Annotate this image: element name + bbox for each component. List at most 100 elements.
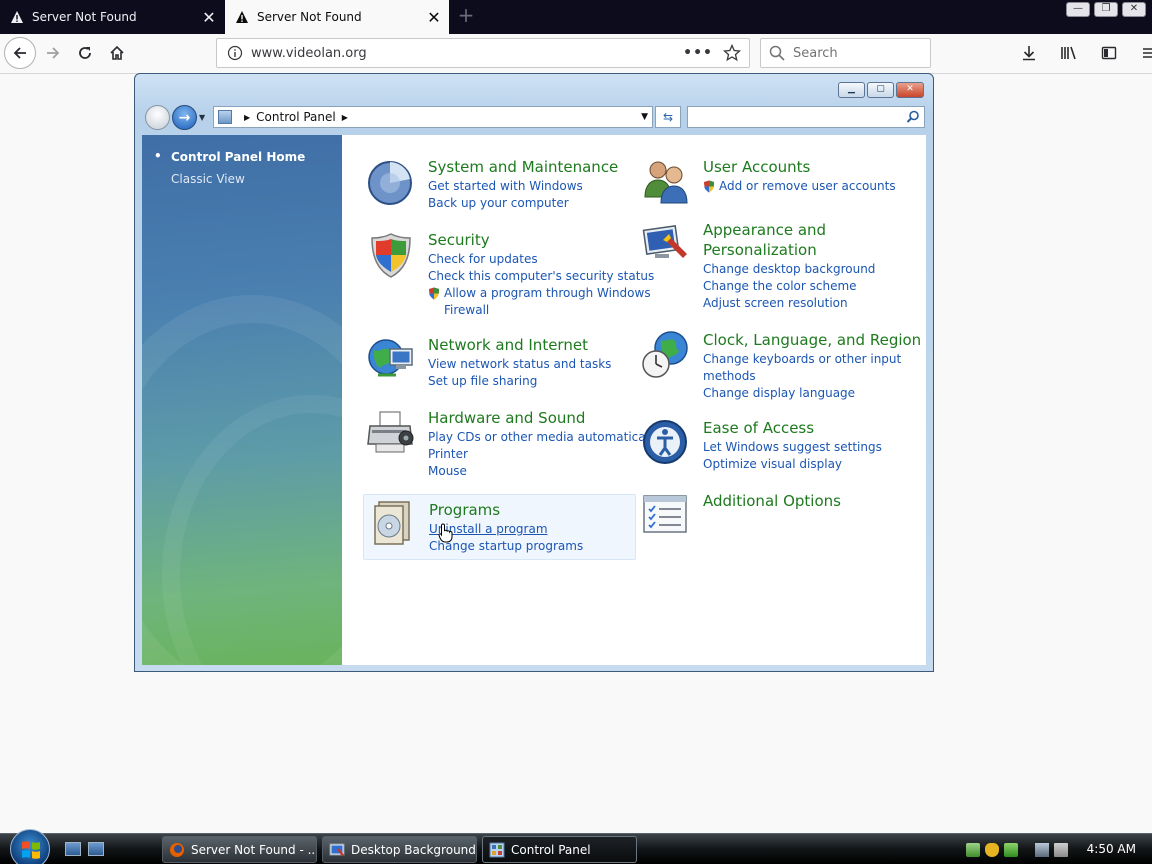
breadcrumb-arrow-icon[interactable]: ▶ [342,113,348,122]
cp-search-input[interactable] [687,106,925,128]
close-icon[interactable]: ✕ [1122,2,1146,17]
link-get-started[interactable]: Get started with Windows [428,178,583,195]
category-title[interactable]: Ease of Access [703,418,814,438]
bookmark-star-icon[interactable] [723,44,741,62]
clock-globe-icon [642,331,688,378]
control-panel-icon [489,842,505,857]
category-title[interactable]: Appearance and Personalization [703,220,826,260]
info-icon[interactable] [227,45,243,61]
link-security-status[interactable]: Check this computer's security status [428,268,654,285]
link-mouse[interactable]: Mouse [428,463,659,480]
tab-server-not-found-2[interactable]: Server Not Found ✕ [225,0,449,34]
show-desktop-icon[interactable] [65,842,81,856]
desktop-background-icon [329,843,345,856]
sidebar-item-control-panel-home[interactable]: Control Panel Home [154,149,305,164]
printer-icon [367,411,414,453]
category-title[interactable]: Clock, Language, and Region [703,330,921,350]
category-title[interactable]: Hardware and Sound [428,408,585,428]
tab-close-icon[interactable]: ✕ [198,8,220,27]
back-arrow-icon [13,47,26,59]
link-file-sharing[interactable]: Set up file sharing [428,373,611,390]
link-visual-display[interactable]: Optimize visual display [703,456,882,473]
cp-maximize-icon[interactable]: ▢ [867,82,894,98]
link-network-status[interactable]: View network status and tasks [428,356,611,373]
forward-button[interactable] [38,38,68,68]
cp-back-button[interactable] [145,105,170,130]
search-icon [769,45,785,61]
cp-forward-button[interactable]: → [172,105,197,130]
category-title[interactable]: Security [428,230,490,250]
control-panel-window: ▁ ▢ ✕ → ▼ ▶ Control Panel ▶ ▼ ⇆ Control … [134,73,934,672]
switch-windows-icon[interactable] [88,842,104,856]
cp-history-dropdown-icon[interactable]: ▼ [199,113,205,122]
cp-close-icon[interactable]: ✕ [896,82,924,98]
link-allow-program-firewall-cont[interactable]: Firewall [428,302,654,319]
restore-icon[interactable]: ❐ [1094,2,1118,17]
user-accounts-icon [644,161,688,204]
taskbar-button-control-panel[interactable]: Control Panel [482,836,637,863]
tray-app-icon[interactable] [966,842,980,857]
link-screen-resolution[interactable]: Adjust screen resolution [703,295,875,312]
cp-category-list: System and Maintenance Get started with … [342,135,926,665]
link-change-keyboards[interactable]: Change keyboards or other input [703,351,901,368]
taskbar-button-desktop-background[interactable]: Desktop Background [322,836,477,863]
menu-icon[interactable] [1136,38,1152,68]
category-title[interactable]: System and Maintenance [428,157,618,177]
page-actions-icon[interactable]: ••• [683,45,713,61]
warning-icon [11,11,23,23]
category-title[interactable]: User Accounts [703,157,810,177]
start-button[interactable] [10,829,50,864]
link-autoplay[interactable]: Play CDs or other media automatically [428,429,659,446]
search-input[interactable]: Search [760,38,931,68]
forward-arrow-icon [47,47,60,59]
volume-muted-icon[interactable] [1054,842,1068,857]
cp-address-bar[interactable]: ▶ Control Panel ▶ ▼ [213,106,653,128]
system-maintenance-icon [368,161,412,205]
uac-shield-icon [429,287,439,300]
new-tab-icon[interactable]: + [454,4,478,28]
link-display-language[interactable]: Change display language [703,385,901,402]
address-dropdown-icon[interactable]: ▼ [641,112,648,122]
taskbar: Server Not Found - ... Desktop Backgroun… [0,829,1152,864]
network-icon[interactable] [1035,842,1049,857]
home-button[interactable] [102,38,132,68]
link-check-for-updates[interactable]: Check for updates [428,251,654,268]
breadcrumb-control-panel[interactable]: Control Panel [256,110,336,124]
reload-icon [79,47,91,59]
link-desktop-background[interactable]: Change desktop background [703,261,875,278]
link-add-remove-user[interactable]: Add or remove user accounts [703,178,896,195]
browser-window-controls: — ❐ ✕ [1066,2,1146,17]
minimize-icon[interactable]: — [1066,2,1090,17]
sidebar-toggle-icon[interactable] [1096,38,1122,68]
category-title[interactable]: Programs [429,500,500,520]
link-change-keyboards-cont[interactable]: methods [703,368,901,385]
breadcrumb-arrow-icon[interactable]: ▶ [244,113,250,122]
nav-bar: www.videolan.org ••• Search [0,34,1152,74]
tab-server-not-found-1[interactable]: Server Not Found ✕ [0,0,224,34]
link-back-up[interactable]: Back up your computer [428,195,583,212]
cp-navigation-bar: → ▼ ▶ Control Panel ▶ ▼ ⇆ [145,104,925,130]
home-icon [110,45,124,60]
back-button[interactable] [4,37,36,69]
category-title[interactable]: Additional Options [703,491,841,511]
cp-minimize-icon[interactable]: ▁ [838,82,865,98]
screen: Server Not Found ✕ Server Not Found ✕ + … [0,0,1152,864]
tab-close-icon[interactable]: ✕ [423,8,445,27]
security-alert-icon[interactable] [985,842,999,857]
link-allow-program-firewall[interactable]: Allow a program through Windows [428,285,654,302]
link-windows-suggest[interactable]: Let Windows suggest settings [703,439,882,456]
clock[interactable]: 4:50 AM [1087,842,1136,856]
category-title[interactable]: Network and Internet [428,335,588,355]
link-printer[interactable]: Printer [428,446,659,463]
sidebar-item-classic-view[interactable]: Classic View [171,172,245,186]
firefox-icon [170,842,184,857]
link-color-scheme[interactable]: Change the color scheme [703,278,875,295]
library-icon[interactable] [1056,38,1082,68]
reload-button[interactable] [70,38,100,68]
taskbar-button-firefox[interactable]: Server Not Found - ... [162,836,317,863]
additional-options-icon [643,495,687,533]
update-icon[interactable] [1004,842,1018,857]
downloads-icon[interactable] [1016,38,1042,68]
url-bar[interactable]: www.videolan.org ••• [216,38,750,68]
cp-refresh-button[interactable]: ⇆ [655,106,681,128]
